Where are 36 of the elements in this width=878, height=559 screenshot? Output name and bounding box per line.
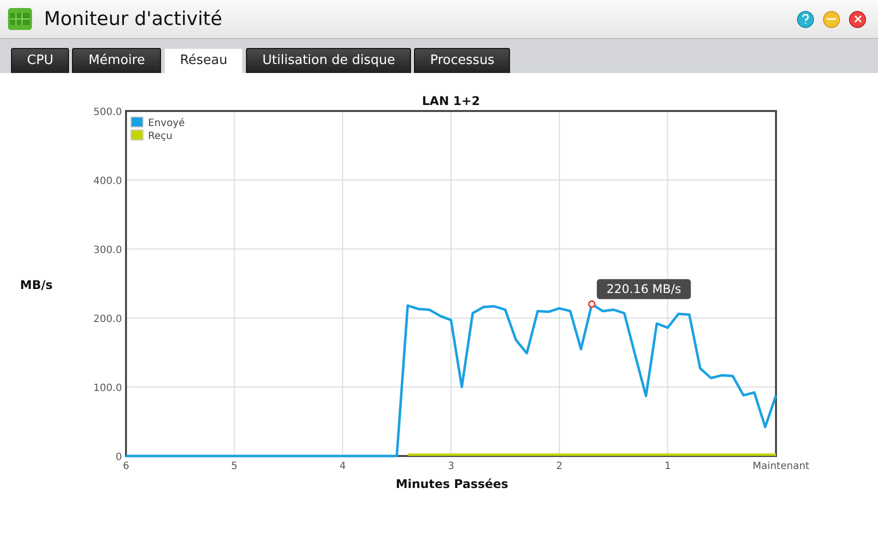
- tooltip: 220.16 MB/s: [596, 279, 691, 300]
- x-tick-label: 5: [231, 461, 238, 472]
- y-tick-label: 200.0: [93, 314, 122, 325]
- tab[interactable]: Processus: [414, 48, 510, 73]
- tab[interactable]: Utilisation de disque: [246, 48, 412, 73]
- y-tick-label: 400.0: [93, 176, 122, 187]
- y-tick-label: 300.0: [93, 245, 122, 256]
- legend-label: Reçu: [148, 131, 172, 142]
- y-tick-label: 100.0: [93, 383, 122, 394]
- window-title: Moniteur d'activité: [44, 6, 222, 32]
- legend-swatch: [130, 116, 144, 128]
- annotation: 220.16 MB/s: [606, 282, 682, 296]
- minimize-button[interactable]: [823, 10, 840, 28]
- tab[interactable]: Réseau: [164, 48, 244, 73]
- x-tick-label: 2: [556, 461, 563, 472]
- x-tick-label: 6: [122, 461, 130, 472]
- minimize-icon: [827, 18, 836, 20]
- legend-label: Envoyé: [148, 118, 185, 129]
- close-button[interactable]: [849, 10, 866, 28]
- y-tick-label: 500.0: [93, 107, 122, 118]
- y-tick-label: 0: [116, 452, 122, 463]
- chart-title: LAN 1+2: [422, 94, 480, 108]
- tab[interactable]: CPU: [11, 48, 70, 73]
- x-tick-label: Maintenant: [752, 461, 810, 472]
- app-icon: [8, 8, 32, 30]
- tab[interactable]: Mémoire: [72, 48, 161, 73]
- legend-swatch: [130, 130, 144, 140]
- point-marker: [588, 300, 596, 308]
- x-tick-label: 1: [664, 461, 671, 472]
- y-axis-label: MB/s: [20, 278, 53, 292]
- x-axis-label: Minutes Passées: [396, 477, 508, 491]
- help-icon: [801, 14, 810, 24]
- x-tick-label: 4: [339, 461, 346, 472]
- help-button[interactable]: [797, 10, 814, 28]
- close-icon: [854, 15, 862, 23]
- x-tick-label: 3: [448, 461, 454, 472]
